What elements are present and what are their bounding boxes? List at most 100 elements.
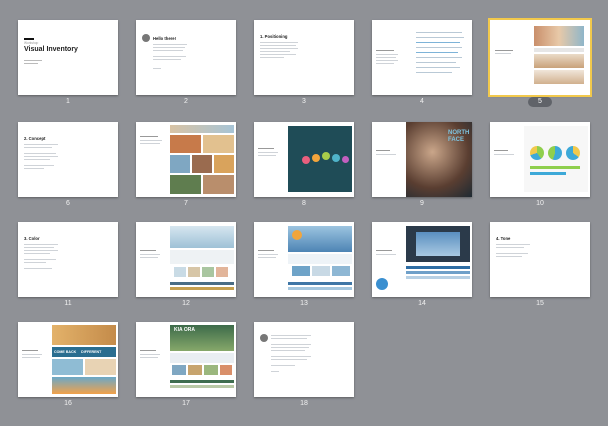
circle [302,156,310,164]
text-line [24,159,50,160]
slide-cell-3: 1. Positioning 3 [254,20,372,115]
slide-cell-5: 5 [488,18,608,115]
text-line [376,250,392,251]
banner-text: COME BACK DIFFERENT [54,350,102,354]
slide-cell-2: Hello there! 2 [136,20,254,115]
quote-line [416,42,460,43]
slide-thumbnail[interactable] [372,20,472,95]
slide-cell-15: 4. Tone 15 [490,222,608,317]
slide-number: 5 [538,98,542,105]
text-line [496,253,528,254]
text-line [376,150,390,151]
slide-thumbnail[interactable]: 1. Positioning [254,20,354,95]
slide-thumbnail[interactable]: KIA ORA [136,322,236,397]
slide-thumbnail[interactable]: 2. Concept [18,122,118,197]
website-tile [216,267,228,277]
website-header-photo [170,226,234,248]
slide-thumbnail-selected[interactable] [488,18,592,97]
title-rule [24,38,34,40]
quote-line [416,67,460,68]
website-tile [312,266,330,276]
color-strip [406,271,470,274]
text-line [140,136,158,137]
text-line [496,247,524,248]
text-line [24,168,44,169]
photo [203,175,234,194]
color-strip [406,276,470,279]
text-line [376,154,396,155]
poster-photo [85,359,116,375]
photo [192,155,212,173]
photo [203,135,234,153]
poster-photo [52,325,116,345]
text-line [258,250,274,251]
text-line [258,254,278,255]
slide-title: Visual Inventory [24,46,78,53]
color-strip [288,287,352,290]
website-tile [188,267,200,277]
photo [170,155,190,173]
text-line [24,63,38,64]
text-line [24,144,58,145]
website-photo [416,232,460,256]
slide-number: 8 [302,200,306,207]
text-line [258,257,276,258]
text-line [140,250,156,251]
text-line [271,350,305,351]
slide-number: 18 [300,400,308,407]
poster-photo [52,359,83,375]
quote-line [416,52,458,53]
quote-line [416,47,462,48]
text-line [271,344,311,345]
slide-cell-4: 4 [372,20,490,115]
slide-cell-6: 2. Concept 6 [18,122,136,217]
slide-thumbnail[interactable]: 4. Tone [490,222,590,297]
poster-headline: KIA ORA [174,327,195,333]
slide-thumbnail[interactable] [490,122,590,197]
avatar [260,334,268,342]
slide-thumbnail[interactable]: NORTH FACE [372,122,472,197]
slide-title: 2. Concept [24,136,46,141]
text-line [24,153,56,154]
slide-thumbnail[interactable] [254,222,354,297]
text-line [24,165,54,166]
slide-thumbnail[interactable] [136,222,236,297]
text-line [271,356,311,357]
text-line [153,68,161,69]
slide-number: 12 [182,300,190,307]
photo-landscape [534,54,584,68]
text-line [376,60,398,61]
slide-number: 10 [536,200,544,207]
slide-thumbnail[interactable]: Workshop Visual Inventory [18,20,118,95]
logo-mark [376,278,388,290]
slide-cell-17: KIA ORA 17 [136,322,254,417]
slide-cell-7: 7 [136,122,254,217]
text-line [153,44,187,45]
slide-thumbnail[interactable]: Hello there! [136,20,236,95]
text-line [271,365,295,366]
slide-number: 17 [182,400,190,407]
slide-number: 7 [184,200,188,207]
slide-number: 3 [302,98,306,105]
slide-thumbnail[interactable] [254,322,354,397]
slide-thumbnail[interactable] [372,222,472,297]
slide-thumbnail[interactable] [136,122,236,197]
quote-line [416,72,452,73]
website-tile [174,267,186,277]
website-tile [220,365,232,375]
text-line [260,42,298,43]
slide-cell-13: 13 [254,222,372,317]
quote-line [416,32,462,33]
slide-thumbnail[interactable] [254,122,354,197]
slide-number: 6 [66,200,70,207]
slide-thumbnail[interactable]: 3. Color [18,222,118,297]
slide-thumbnail[interactable]: COME BACK DIFFERENT [18,322,118,397]
website-tile [292,266,310,276]
bar-graphic [530,166,580,169]
slide-cell-18: 18 [254,322,372,417]
donut-graphic [548,146,562,160]
slide-number: 9 [420,200,424,207]
text-line [24,262,46,263]
text-line [24,156,58,157]
color-strip [288,282,352,285]
